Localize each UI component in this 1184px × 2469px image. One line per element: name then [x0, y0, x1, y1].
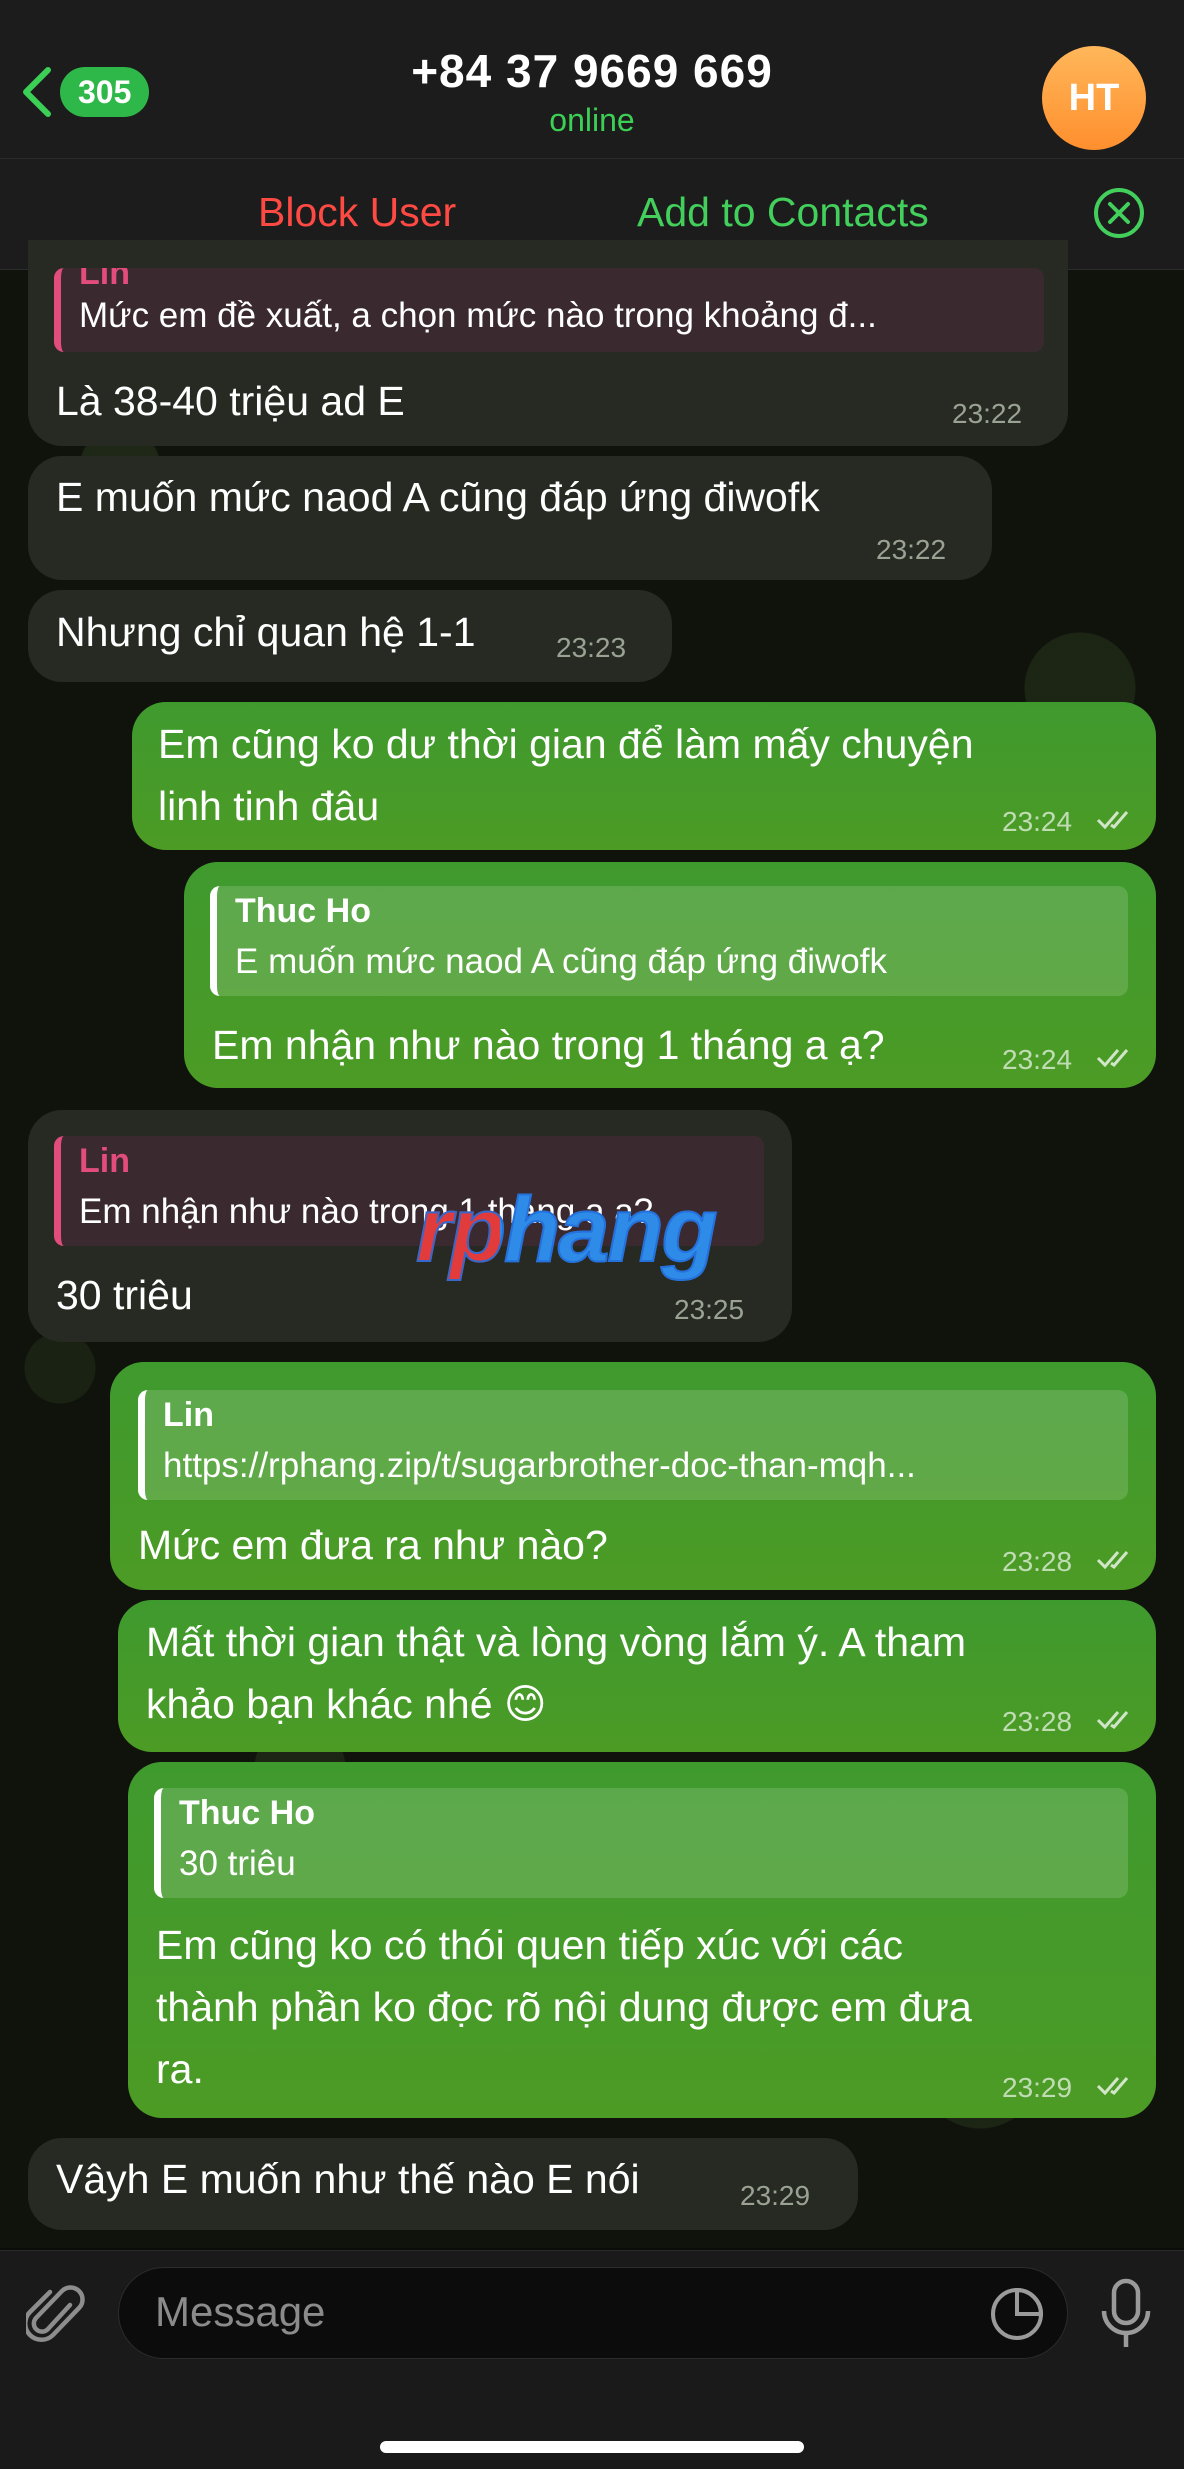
double-check-icon	[1096, 1049, 1129, 1068]
avatar[interactable]: HT	[1042, 46, 1146, 150]
close-circle-icon[interactable]	[1092, 186, 1146, 240]
double-check-icon	[1096, 1551, 1129, 1570]
microphone-icon[interactable]	[1098, 2277, 1154, 2351]
message-text: Mất thời gian thật và lòng vòng lắm ý. A…	[146, 1619, 966, 1665]
reply-text: Mức em đề xuất, a chọn mức nào trong kho…	[79, 296, 877, 335]
message-text: Em cũng ko có thói quen tiếp xúc với các	[156, 1922, 904, 1968]
message-text: Nhưng chỉ quan hệ 1-1	[56, 609, 476, 655]
message-composer: Message	[0, 2250, 1184, 2469]
message-time: 23:24	[1002, 1044, 1073, 1075]
message-input[interactable]: Message	[118, 2267, 1068, 2359]
reply-text: E muốn mức naod A cũng đáp ứng điwofk	[235, 942, 887, 981]
chat-header: 305 +84 37 9669 669 online HT	[0, 0, 1184, 159]
reply-preview[interactable]: Lin Mức em đề xuất, a chọn mức nào trong…	[54, 268, 1044, 352]
reply-sender: Lin	[79, 268, 130, 292]
reply-preview[interactable]: Thuc Ho E muốn mức naod A cũng đáp ứng đ…	[210, 886, 1128, 996]
message-text: khảo bạn khác nhé 😊	[146, 1681, 547, 1727]
chat-status: online	[549, 102, 635, 138]
message-time: 23:28	[1002, 1706, 1073, 1737]
message-text: Vâyh E muốn như thế nào E nói	[56, 2156, 640, 2202]
watermark-logo: rphang	[415, 1178, 719, 1282]
message-text: Em nhận như nào trong 1 tháng a ạ?	[212, 1022, 885, 1068]
reply-sender: Lin	[79, 1142, 130, 1180]
double-check-icon	[1096, 811, 1129, 830]
reply-sender: Thuc Ho	[179, 1794, 315, 1832]
message-time: 23:22	[876, 534, 947, 565]
home-indicator	[380, 2441, 804, 2453]
message-time: 23:24	[1002, 806, 1073, 837]
message-text: 30 triêu	[56, 1272, 193, 1318]
message-text: E muốn mức naod A cũng đáp ứng điwofk	[56, 474, 820, 520]
reply-text: https://rphang.zip/t/sugarbrother-doc-th…	[163, 1446, 916, 1485]
message-text: Em cũng ko dư thời gian để làm mấy chuyệ…	[158, 721, 974, 767]
message-time: 23:25	[674, 1294, 745, 1325]
message-time: 23:23	[556, 632, 627, 663]
block-user-button[interactable]: Block User	[258, 189, 456, 236]
double-check-icon	[1096, 1711, 1129, 1730]
message-text: Là 38-40 triệu ad E	[56, 378, 405, 424]
message-time: 23:22	[952, 398, 1023, 429]
message-text: Mức em đưa ra như nào?	[138, 1522, 608, 1568]
message-text: thành phần ko đọc rõ nội dung được em đư…	[156, 1984, 972, 2030]
add-to-contacts-button[interactable]: Add to Contacts	[637, 189, 929, 236]
reply-sender: Lin	[163, 1396, 214, 1434]
reply-text: 30 triêu	[179, 1844, 296, 1883]
message-time: 23:29	[740, 2180, 811, 2211]
reply-preview[interactable]: Lin https://rphang.zip/t/sugarbrother-do…	[138, 1390, 1128, 1500]
message-text: ra.	[156, 2046, 204, 2092]
message-input-placeholder: Message	[155, 2288, 326, 2335]
paperclip-icon[interactable]	[26, 2281, 86, 2351]
message-time: 23:28	[1002, 1546, 1073, 1577]
message-time: 23:29	[1002, 2072, 1073, 2103]
sticker-icon[interactable]	[989, 2286, 1045, 2342]
chat-title-block[interactable]: +84 37 9669 669 online	[0, 44, 1184, 139]
reply-sender: Thuc Ho	[235, 892, 371, 930]
double-check-icon	[1096, 2077, 1129, 2096]
reply-preview[interactable]: Thuc Ho 30 triêu	[154, 1788, 1128, 1898]
chat-title: +84 37 9669 669	[411, 45, 773, 97]
message-text: linh tinh đâu	[158, 783, 380, 829]
